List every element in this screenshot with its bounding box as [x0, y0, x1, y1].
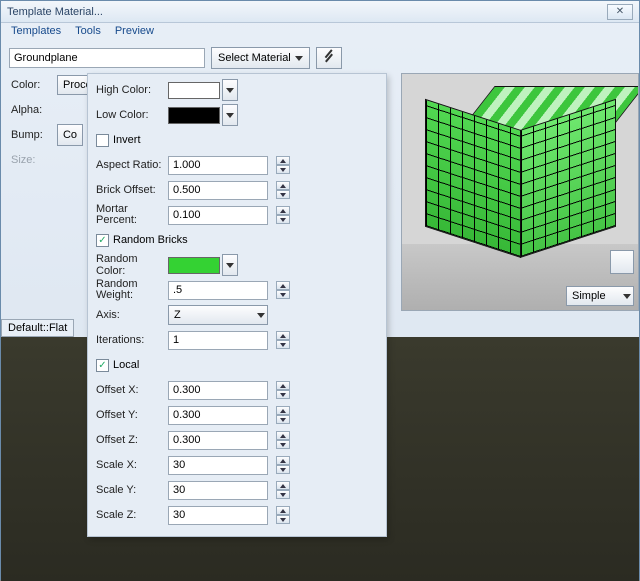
- scale-y-input[interactable]: [168, 481, 268, 500]
- scale-x-input[interactable]: [168, 456, 268, 475]
- invert-label: Invert: [113, 134, 141, 146]
- alpha-label: Alpha:: [9, 104, 57, 116]
- menu-tools[interactable]: Tools: [75, 25, 101, 41]
- offset-x-spinner[interactable]: [276, 381, 290, 399]
- aspect-ratio-spinner[interactable]: [276, 156, 290, 174]
- brick-offset-input[interactable]: [168, 181, 268, 200]
- scale-z-spinner[interactable]: [276, 506, 290, 524]
- close-icon[interactable]: ✕: [607, 4, 633, 20]
- chevron-down-icon: [226, 263, 234, 268]
- bump-label: Bump:: [9, 129, 57, 141]
- preview-mode-dropdown[interactable]: Simple: [566, 286, 634, 306]
- iterations-input[interactable]: [168, 331, 268, 350]
- offset-y-label: Offset Y:: [92, 409, 168, 421]
- random-weight-spinner[interactable]: [276, 281, 290, 299]
- menubar: Templates Tools Preview: [1, 23, 639, 43]
- preview-cube: [424, 86, 614, 276]
- scale-z-input[interactable]: [168, 506, 268, 525]
- bump-button[interactable]: Co: [57, 124, 83, 146]
- titlebar[interactable]: Template Material... ✕: [1, 1, 639, 23]
- scale-x-label: Scale X:: [92, 459, 168, 471]
- menu-templates[interactable]: Templates: [11, 25, 61, 41]
- chevron-down-icon: [295, 56, 303, 61]
- iterations-spinner[interactable]: [276, 331, 290, 349]
- random-color-menu[interactable]: [222, 254, 238, 276]
- scale-y-label: Scale Y:: [92, 484, 168, 496]
- offset-x-label: Offset X:: [92, 384, 168, 396]
- high-color-menu[interactable]: [222, 79, 238, 101]
- default-material-label[interactable]: Default::Flat: [1, 319, 74, 337]
- random-bricks-label: Random Bricks: [113, 234, 188, 246]
- iterations-label: Iterations:: [92, 334, 168, 346]
- material-name-input[interactable]: [9, 48, 205, 68]
- menu-preview[interactable]: Preview: [115, 25, 154, 41]
- offset-z-input[interactable]: [168, 431, 268, 450]
- random-bricks-checkbox[interactable]: [96, 234, 109, 247]
- window-title: Template Material...: [7, 6, 103, 18]
- scale-z-label: Scale Z:: [92, 509, 168, 521]
- random-color-label: Random Color:: [92, 253, 168, 277]
- right-column: Simple: [401, 73, 639, 311]
- local-label: Local: [113, 359, 139, 371]
- local-checkbox[interactable]: [96, 359, 109, 372]
- aspect-ratio-input[interactable]: [168, 156, 268, 175]
- content-area: Color: Procedural mBrick Texture Alpha: …: [1, 73, 639, 311]
- invert-checkbox[interactable]: [96, 134, 109, 147]
- eyedropper-button[interactable]: [316, 47, 342, 69]
- offset-z-spinner[interactable]: [276, 431, 290, 449]
- offset-y-spinner[interactable]: [276, 406, 290, 424]
- aspect-ratio-label: Aspect Ratio:: [92, 159, 168, 171]
- chevron-down-icon: [226, 113, 234, 118]
- mortar-percent-spinner[interactable]: [276, 206, 290, 224]
- mortar-percent-label: Mortar Percent:: [92, 204, 168, 226]
- scale-x-spinner[interactable]: [276, 456, 290, 474]
- select-material-label: Select Material: [218, 52, 291, 64]
- axis-dropdown[interactable]: Z: [168, 305, 268, 325]
- random-weight-label: Random Weight:: [92, 279, 168, 301]
- brick-offset-spinner[interactable]: [276, 181, 290, 199]
- mortar-percent-input[interactable]: [168, 206, 268, 225]
- brick-offset-label: Brick Offset:: [92, 184, 168, 196]
- random-weight-input[interactable]: [168, 281, 268, 300]
- material-preview[interactable]: Simple: [401, 73, 639, 311]
- low-color-menu[interactable]: [222, 104, 238, 126]
- chevron-down-icon: [257, 313, 265, 318]
- left-column: Color: Procedural mBrick Texture Alpha: …: [9, 73, 381, 311]
- low-color-swatch[interactable]: [168, 107, 220, 124]
- offset-x-input[interactable]: [168, 381, 268, 400]
- size-label: Size:: [9, 154, 57, 166]
- chevron-down-icon: [623, 294, 631, 299]
- axis-label: Axis:: [92, 309, 168, 321]
- offset-z-label: Offset Z:: [92, 434, 168, 446]
- select-material-button[interactable]: Select Material: [211, 47, 310, 69]
- eyedropper-icon: [324, 51, 334, 66]
- color-label: Color:: [9, 79, 57, 91]
- high-color-swatch[interactable]: [168, 82, 220, 99]
- material-name-row: Select Material: [1, 43, 639, 73]
- view-gizmo-button[interactable]: [610, 250, 634, 274]
- scale-y-spinner[interactable]: [276, 481, 290, 499]
- chevron-down-icon: [226, 88, 234, 93]
- random-color-swatch[interactable]: [168, 257, 220, 274]
- material-editor-window: Template Material... ✕ Templates Tools P…: [0, 0, 640, 580]
- high-color-label: High Color:: [92, 84, 168, 96]
- offset-y-input[interactable]: [168, 406, 268, 425]
- low-color-label: Low Color:: [92, 109, 168, 121]
- procedural-panel: High Color: Low Color: Invert Aspect Rat…: [87, 73, 387, 537]
